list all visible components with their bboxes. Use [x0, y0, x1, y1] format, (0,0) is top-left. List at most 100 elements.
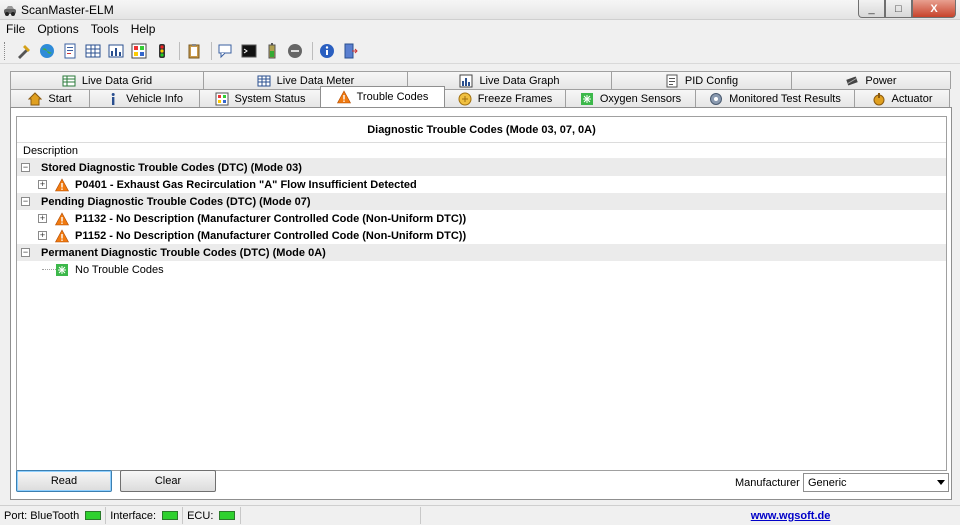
collapse-toggle[interactable]: −: [21, 197, 30, 206]
exit-icon[interactable]: [340, 41, 360, 61]
toolbar-separator: [312, 42, 313, 60]
toolbar-separator: [179, 42, 180, 60]
ecu-label: ECU:: [187, 509, 214, 522]
website-link[interactable]: www.wgsoft.de: [421, 510, 960, 522]
gear-icon: [710, 92, 723, 105]
close-button[interactable]: X: [912, 0, 956, 18]
port-status-led: [85, 511, 102, 520]
interface-status-led: [162, 511, 179, 520]
tab-power[interactable]: Power: [791, 71, 951, 89]
expand-toggle[interactable]: +: [38, 180, 47, 189]
tab-label: Vehicle Info: [126, 92, 183, 105]
dtc-item[interactable]: + P1132 - No Description (Manufacturer C…: [17, 210, 946, 227]
tab-oxygen-sensors[interactable]: Oxygen Sensors: [565, 89, 696, 107]
graph-icon[interactable]: [129, 41, 149, 61]
menu-options[interactable]: Options: [31, 20, 84, 39]
dtc-item-empty[interactable]: No Trouble Codes: [17, 261, 946, 278]
group-label: Permanent Diagnostic Trouble Codes (DTC)…: [41, 246, 326, 259]
minimize-button[interactable]: _: [858, 0, 885, 18]
info-icon[interactable]: [317, 41, 337, 61]
chevron-down-icon[interactable]: [937, 480, 945, 485]
menu-file[interactable]: File: [0, 20, 31, 39]
disconnect-icon[interactable]: [285, 41, 305, 61]
check-icon: [56, 263, 68, 276]
chip-icon: [846, 75, 859, 86]
connect-icon[interactable]: [14, 41, 34, 61]
tab-live-data-grid[interactable]: Live Data Grid: [10, 71, 204, 89]
report-icon[interactable]: [60, 41, 80, 61]
meter-icon[interactable]: [106, 41, 126, 61]
tab-label: Actuator: [891, 92, 933, 105]
tab-vehicle-info[interactable]: Vehicle Info: [89, 89, 200, 107]
dtc-group-pending[interactable]: − Pending Diagnostic Trouble Codes (DTC)…: [17, 193, 946, 210]
dtc-group-permanent[interactable]: − Permanent Diagnostic Trouble Codes (DT…: [17, 244, 946, 261]
menu-tools[interactable]: Tools: [85, 20, 125, 39]
tab-monitored-test-results[interactable]: Monitored Test Results: [695, 89, 855, 107]
read-button[interactable]: Read: [16, 470, 112, 492]
warning-icon: [55, 228, 69, 242]
warning-icon: [55, 211, 69, 225]
tabs-bottom: Start Vehicle Info System Status Trouble…: [10, 86, 950, 107]
toolbar-separator: [211, 42, 212, 60]
title-bar: ScanMaster-ELM _ □ X: [0, 0, 960, 20]
dtc-item-label: P1132 - No Description (Manufacturer Con…: [75, 212, 467, 225]
meter-icon: [257, 75, 271, 86]
tab-label: Monitored Test Results: [729, 92, 841, 105]
tab-label: Trouble Codes: [356, 91, 429, 103]
group-label: Pending Diagnostic Trouble Codes (DTC) (…: [41, 195, 311, 208]
chat-icon[interactable]: [216, 41, 236, 61]
port-value: BlueTooth: [30, 509, 80, 522]
expand-toggle[interactable]: +: [38, 214, 47, 223]
dtc-group-stored[interactable]: − Stored Diagnostic Trouble Codes (DTC) …: [17, 159, 946, 176]
tab-label: Power: [865, 74, 897, 87]
status-empty: [241, 507, 422, 524]
dtc-tree[interactable]: Diagnostic Trouble Codes (Mode 03, 07, 0…: [16, 116, 947, 471]
tab-freeze-frames[interactable]: Freeze Frames: [444, 89, 566, 107]
tab-label: Freeze Frames: [477, 92, 553, 105]
dtc-item-label: P1152 - No Description (Manufacturer Con…: [75, 229, 467, 242]
freeze-icon: [458, 92, 472, 105]
car-wrench-icon: [4, 6, 16, 16]
tab-label: Oxygen Sensors: [599, 92, 682, 105]
no-codes-label: No Trouble Codes: [75, 263, 164, 276]
collapse-toggle[interactable]: −: [21, 248, 30, 257]
manufacturer-select[interactable]: Generic: [803, 473, 949, 492]
tab-label: Live Data Graph: [479, 74, 560, 87]
menu-bar: File Options Tools Help: [0, 20, 960, 39]
trouble-codes-panel: Diagnostic Trouble Codes (Mode 03, 07, 0…: [10, 107, 952, 500]
clipboard-icon[interactable]: [184, 41, 204, 61]
tab-trouble-codes[interactable]: Trouble Codes: [320, 86, 445, 107]
tab-label: Start: [48, 92, 72, 105]
globe-icon[interactable]: [37, 41, 57, 61]
grid-icon: [62, 75, 76, 86]
tabs-top: Live Data Grid Live Data Meter Live Data…: [10, 71, 951, 89]
maximize-button[interactable]: □: [885, 0, 912, 18]
pid-icon: [666, 74, 678, 87]
tab-actuator[interactable]: Actuator: [854, 89, 950, 107]
status-interface: Interface:: [106, 507, 184, 524]
traffic-light-icon[interactable]: [152, 41, 172, 61]
status-icon: [215, 92, 229, 105]
dtc-tree-header: Diagnostic Trouble Codes (Mode 03, 07, 0…: [17, 117, 946, 143]
tab-system-status[interactable]: System Status: [199, 89, 321, 107]
column-header-description[interactable]: Description: [17, 143, 946, 159]
ecu-status-led: [219, 511, 236, 520]
toolbar-grip[interactable]: [4, 42, 8, 60]
collapse-toggle[interactable]: −: [21, 163, 30, 172]
tab-pid-config[interactable]: PID Config: [611, 71, 792, 89]
grid-icon[interactable]: [83, 41, 103, 61]
tab-label: Live Data Grid: [81, 74, 153, 87]
status-bar: Port: BlueTooth Interface: ECU: www.wgso…: [0, 505, 960, 525]
dtc-item[interactable]: + P0401 - Exhaust Gas Recirculation "A" …: [17, 176, 946, 193]
toolbar: [0, 39, 960, 64]
expand-toggle[interactable]: +: [38, 231, 47, 240]
graph-icon: [459, 74, 473, 87]
battery-icon[interactable]: [262, 41, 282, 61]
tab-start[interactable]: Start: [10, 89, 90, 107]
terminal-icon[interactable]: [239, 41, 259, 61]
menu-help[interactable]: Help: [125, 20, 162, 39]
warning-icon: [55, 177, 69, 191]
dtc-item[interactable]: + P1152 - No Description (Manufacturer C…: [17, 227, 946, 244]
clear-button[interactable]: Clear: [120, 470, 216, 492]
tab-label: System Status: [234, 92, 306, 105]
